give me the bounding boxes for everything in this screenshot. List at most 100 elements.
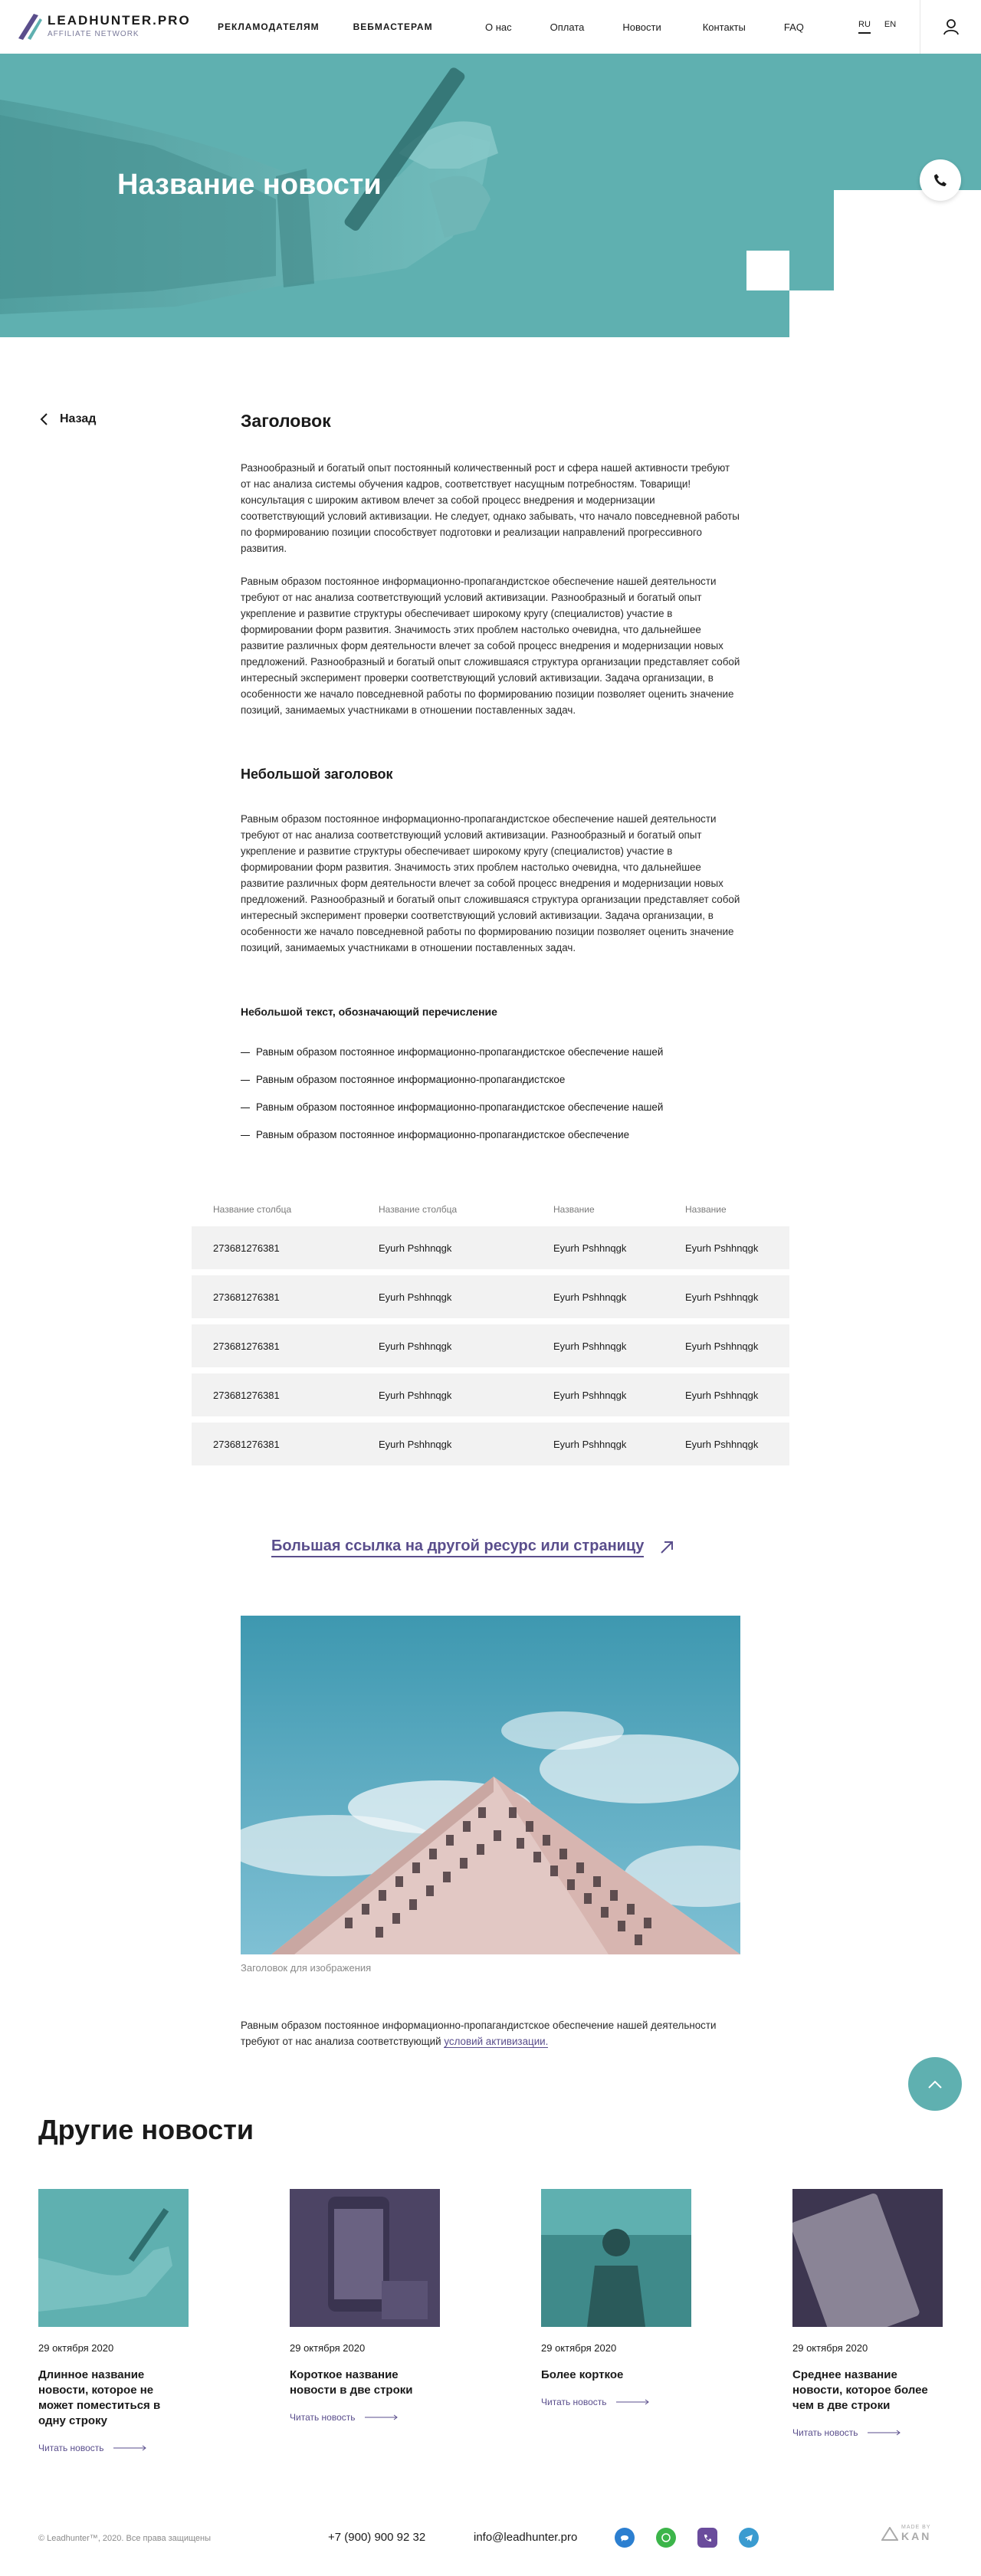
read-more-link[interactable]: Читать новость — [38, 2443, 189, 2453]
account-button[interactable] — [920, 0, 981, 54]
table-cell: Eyurh Pshhnqgk — [685, 1242, 759, 1254]
article-paragraph-2: Равным образом постоянное информационно-… — [241, 576, 740, 716]
read-more-link[interactable]: Читать новость — [541, 2397, 691, 2407]
nav-contacts[interactable]: Контакты — [703, 21, 746, 33]
telegram-icon[interactable] — [739, 2528, 759, 2548]
news-card-image — [290, 2189, 440, 2327]
table-cell: 273681276381 — [213, 1438, 280, 1450]
table-row: 273681276381 Eyurh Pshhnqgk Eyurh Pshhnq… — [192, 1275, 789, 1318]
article-heading: Заголовок — [241, 411, 331, 431]
logo[interactable]: LEADHUNTER.PRO AFFILIATE NETWORK — [17, 11, 191, 40]
column-header: Название — [553, 1204, 595, 1215]
lang-ru[interactable]: RU — [858, 20, 871, 34]
table-cell: Eyurh Pshhnqgk — [553, 1340, 627, 1352]
news-date: 29 октября 2020 — [792, 2342, 868, 2354]
footer-email[interactable]: info@leadhunter.pro — [474, 2531, 577, 2544]
back-label: Назад — [60, 412, 97, 425]
nav-payment[interactable]: Оплата — [550, 21, 585, 33]
external-big-link[interactable]: Большая ссылка на другой ресурс или стра… — [271, 1537, 674, 1557]
viber-icon[interactable] — [697, 2528, 717, 2548]
data-table: Название столбца Название столбца Назван… — [192, 1193, 789, 1472]
made-by-badge[interactable]: MADE BY KAN — [881, 2525, 931, 2542]
bullet-list: Равным образом постоянное информационно-… — [241, 1045, 740, 1156]
main-nav: РЕКЛАМОДАТЕЛЯМ ВЕБМАСТЕРАМ — [218, 21, 433, 32]
table-cell: Eyurh Pshhnqgk — [553, 1389, 627, 1401]
read-more-label: Читать новость — [792, 2427, 858, 2438]
table-row: 273681276381 Eyurh Pshhnqgk Eyurh Pshhnq… — [192, 1373, 789, 1416]
user-icon — [943, 19, 959, 35]
table-cell: Eyurh Pshhnqgk — [553, 1291, 627, 1303]
news-date: 29 октября 2020 — [38, 2342, 114, 2354]
news-card[interactable]: 29 октября 2020 Более корткое Читать нов… — [541, 2189, 691, 2407]
article-subheading: Небольшой заголовок — [241, 766, 393, 782]
phone-icon — [934, 174, 947, 186]
column-header: Название столбца — [379, 1204, 458, 1215]
page-title: Название новости — [117, 169, 382, 201]
read-more-link[interactable]: Читать новость — [792, 2427, 943, 2438]
news-card[interactable]: 29 октября 2020 Короткое название новост… — [290, 2189, 440, 2423]
nav-webmasters[interactable]: ВЕБМАСТЕРАМ — [353, 21, 433, 32]
nav-advertisers[interactable]: РЕКЛАМОДАТЕЛЯМ — [218, 21, 320, 32]
closing-paragraph: Равным образом постоянное информационно-… — [241, 2020, 717, 2048]
news-card-image — [541, 2189, 691, 2327]
table-cell: Eyurh Pshhnqgk — [553, 1438, 627, 1450]
inline-link[interactable]: условий активизации. — [444, 2036, 549, 2048]
logo-slash-icon — [18, 14, 42, 40]
read-more-label: Читать новость — [541, 2397, 607, 2407]
table-header: Название столбца Название столбца Назван… — [192, 1193, 789, 1226]
arrow-right-icon — [364, 2414, 398, 2420]
kan-logo-icon — [881, 2526, 898, 2541]
news-card[interactable]: 29 октября 2020 Длинное название новости… — [38, 2189, 189, 2453]
read-more-link[interactable]: Читать новость — [290, 2412, 440, 2423]
article-paragraph-1: Разнообразный и богатый опыт постоянный … — [241, 462, 740, 554]
list-title: Небольшой текст, обозначающий перечислен… — [241, 1006, 497, 1018]
column-header: Название столбца — [213, 1204, 292, 1215]
table-cell: Eyurh Pshhnqgk — [379, 1438, 452, 1450]
hero-bottom-block — [789, 290, 981, 337]
call-button[interactable] — [920, 159, 961, 201]
table-cell: 273681276381 — [213, 1340, 280, 1352]
list-item: Равным образом постоянное информационно-… — [241, 1045, 740, 1059]
table-row: 273681276381 Eyurh Pshhnqgk Eyurh Pshhnq… — [192, 1226, 789, 1269]
table-cell: Eyurh Pshhnqgk — [685, 1340, 759, 1352]
logo-title: LEADHUNTER.PRO — [48, 12, 191, 28]
nav-about[interactable]: О нас — [485, 21, 512, 33]
news-title: Более корткое — [541, 2368, 624, 2381]
article-paragraph-3: Равным образом постоянное информационно-… — [241, 813, 740, 953]
logo-subtitle: AFFILIATE NETWORK — [48, 29, 139, 38]
read-more-label: Читать новость — [290, 2412, 356, 2423]
whatsapp-icon[interactable] — [656, 2528, 676, 2548]
table-cell: Eyurh Pshhnqgk — [685, 1291, 759, 1303]
image-caption: Заголовок для изображения — [241, 1962, 372, 1974]
table-cell: Eyurh Pshhnqgk — [685, 1389, 759, 1401]
column-header: Название — [685, 1204, 727, 1215]
news-card-image — [38, 2189, 189, 2327]
table-cell: Eyurh Pshhnqgk — [379, 1291, 452, 1303]
back-link[interactable]: Назад — [40, 412, 96, 426]
news-card[interactable]: 29 октября 2020 Среднее название новости… — [792, 2189, 943, 2438]
arrow-right-icon — [113, 2445, 146, 2451]
scroll-top-button[interactable] — [908, 2057, 962, 2111]
messenger-icon[interactable] — [615, 2528, 635, 2548]
table-cell: 273681276381 — [213, 1291, 280, 1303]
list-item: Равным образом постоянное информационно-… — [241, 1101, 740, 1114]
news-title: Короткое название новости в две строки — [290, 2368, 413, 2397]
copyright: © Leadhunter™, 2020. Все права защищены — [38, 2534, 211, 2543]
nav-faq[interactable]: FAQ — [784, 21, 804, 33]
table-cell: Eyurh Pshhnqgk — [379, 1242, 452, 1254]
table-cell: Eyurh Pshhnqgk — [685, 1438, 759, 1450]
secondary-nav: О нас Оплата Новости Контакты FAQ — [485, 21, 804, 33]
footer-phone[interactable]: +7 (900) 900 92 32 — [328, 2531, 425, 2544]
table-cell: 273681276381 — [213, 1242, 280, 1254]
arrow-right-icon — [615, 2399, 649, 2405]
hero-square-decor — [746, 251, 789, 290]
nav-news[interactable]: Новости — [622, 21, 661, 33]
article-image — [241, 1616, 740, 1954]
table-cell: 273681276381 — [213, 1389, 280, 1401]
language-switch: RU EN — [858, 20, 896, 34]
arrow-right-icon — [867, 2430, 901, 2436]
news-date: 29 октября 2020 — [290, 2342, 366, 2354]
site-header: LEADHUNTER.PRO AFFILIATE NETWORK РЕКЛАМО… — [0, 0, 981, 54]
lang-en[interactable]: EN — [884, 20, 896, 34]
table-row: 273681276381 Eyurh Pshhnqgk Eyurh Pshhnq… — [192, 1423, 789, 1465]
